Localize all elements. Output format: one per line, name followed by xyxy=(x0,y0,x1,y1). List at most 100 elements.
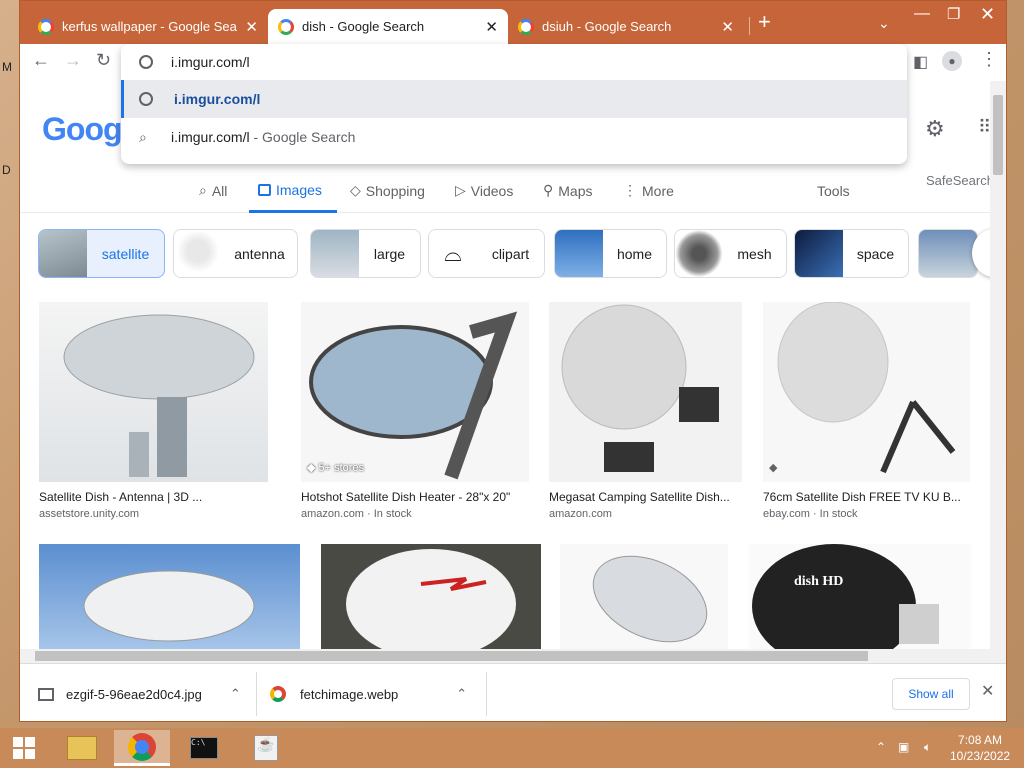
close-downloads-icon[interactable]: ✕ xyxy=(981,681,994,701)
menu-kebab-icon[interactable]: ⋮ xyxy=(980,49,998,70)
globe-icon xyxy=(139,92,153,106)
chip-clipart[interactable]: ⌓ clipart xyxy=(428,229,545,278)
tab-more[interactable]: ⋮ More xyxy=(623,182,674,199)
close-window-icon[interactable]: ✕ xyxy=(980,4,995,25)
download-separator xyxy=(486,672,487,716)
clock-date: 10/23/2022 xyxy=(950,749,1011,763)
result-source: amazon.com xyxy=(549,508,612,520)
chip-mesh[interactable]: mesh xyxy=(674,229,787,278)
chip-large[interactable]: large xyxy=(310,229,421,278)
show-all-button[interactable]: Show all xyxy=(892,678,970,710)
image-result[interactable]: Megasat Camping Satellite Dish... amazon… xyxy=(549,302,742,520)
file-explorer-icon[interactable] xyxy=(54,730,110,766)
apps-grid-icon[interactable]: ⠿ xyxy=(978,117,990,138)
google-logo[interactable]: Goog xyxy=(42,111,123,148)
result-image[interactable]: ◆ xyxy=(763,302,970,482)
result-image[interactable] xyxy=(549,302,742,482)
image-result[interactable]: ◆ 76cm Satellite Dish FREE TV KU B... eb… xyxy=(763,302,970,520)
chrome-taskbar-icon[interactable] xyxy=(114,730,170,766)
tab-all[interactable]: ⌕ All xyxy=(199,182,227,199)
satellite-dish-image xyxy=(63,314,255,477)
network-icon[interactable]: ▣ xyxy=(898,740,909,754)
terminal-shape: C:\ xyxy=(190,737,218,759)
image-result[interactable]: dish HD xyxy=(749,544,971,649)
tools-button[interactable]: Tools xyxy=(817,183,850,199)
logo-text: Goog xyxy=(42,111,123,147)
windows-start-icon[interactable] xyxy=(0,730,48,766)
tab-maps[interactable]: ⚲ Maps xyxy=(543,182,593,199)
image-file-icon xyxy=(38,687,54,701)
tab-dsiuh[interactable]: dsiuh - Google Search ✕ xyxy=(508,9,744,44)
image-result[interactable] xyxy=(560,544,728,649)
address-bar[interactable]: i.imgur.com/l xyxy=(121,44,907,80)
close-tab-icon[interactable]: ✕ xyxy=(721,18,734,36)
chevron-up-icon[interactable]: ⌃ xyxy=(456,686,467,702)
chip-antenna[interactable]: antenna xyxy=(173,229,298,278)
tab-kerfus[interactable]: kerfus wallpaper - Google Search ✕ xyxy=(28,9,268,44)
horizontal-scroll-thumb[interactable] xyxy=(35,651,868,661)
image-icon xyxy=(258,184,271,196)
folder-shape xyxy=(67,736,97,760)
result-image[interactable]: ◆ 5+ stores xyxy=(301,302,529,482)
satellite-dish-image xyxy=(309,311,518,480)
image-result[interactable] xyxy=(321,544,541,649)
chip-partial[interactable] xyxy=(918,229,978,278)
tab-search-chevron-icon[interactable]: ⌄ xyxy=(878,15,890,32)
image-result[interactable]: Satellite Dish - Antenna | 3D ... assets… xyxy=(39,302,268,520)
system-clock[interactable]: 7:08 AM 10/23/2022 xyxy=(950,732,1010,764)
google-favicon-icon xyxy=(278,18,294,35)
download-item[interactable]: ezgif-5-96eae2d0c4.jpg ⌃ xyxy=(38,676,241,712)
side-panel-icon[interactable]: ◧ xyxy=(913,52,928,72)
maximize-icon[interactable]: ❐ xyxy=(947,5,960,23)
tab-images[interactable]: Images xyxy=(258,182,322,198)
nav-label: Maps xyxy=(558,182,593,199)
tag-icon: ◆ xyxy=(769,462,778,474)
tab-strip: kerfus wallpaper - Google Search ✕ dish … xyxy=(20,1,1006,44)
minimize-icon[interactable]: — xyxy=(914,5,930,23)
chip-label: large xyxy=(373,245,406,262)
result-image[interactable] xyxy=(39,302,268,482)
stores-badge: ◆ 5+ stores xyxy=(307,461,364,474)
image-result[interactable] xyxy=(39,544,300,649)
vertical-scroll-thumb[interactable] xyxy=(993,95,1003,175)
terminal-icon[interactable]: C:\ xyxy=(176,730,232,766)
back-arrow-icon[interactable]: ← xyxy=(32,50,50,71)
java-icon[interactable]: ☕ xyxy=(238,730,294,766)
horizontal-scrollbar[interactable] xyxy=(20,649,1006,663)
close-tab-icon[interactable]: ✕ xyxy=(485,18,498,36)
settings-gear-icon[interactable]: ⚙ xyxy=(925,116,945,142)
new-tab-icon[interactable]: + xyxy=(758,11,771,33)
tab-shopping[interactable]: ◇ Shopping xyxy=(350,182,425,199)
reload-icon[interactable]: ↻ xyxy=(96,50,111,71)
suggestion-url[interactable]: i.imgur.com/l xyxy=(121,80,907,118)
tab-videos[interactable]: ▷ Videos xyxy=(455,182,513,199)
chip-space[interactable]: space xyxy=(794,229,909,278)
chip-home[interactable]: home xyxy=(554,229,667,278)
suggestion-search-suffix: - Google Search xyxy=(249,129,356,145)
result-source: assetstore.unity.com xyxy=(39,508,140,520)
result-source: amazon.com · In stock xyxy=(301,508,412,520)
tray-chevron-up-icon[interactable]: ⌃ xyxy=(876,740,886,754)
address-input-text[interactable]: i.imgur.com/l xyxy=(171,54,250,70)
tab-title: kerfus wallpaper - Google Search xyxy=(62,19,238,34)
result-caption[interactable]: 76cm Satellite Dish FREE TV KU B... xyxy=(763,490,970,504)
profile-avatar-icon[interactable]: ● xyxy=(942,51,962,71)
result-caption[interactable]: Satellite Dish - Antenna | 3D ... xyxy=(39,490,268,504)
image-result[interactable]: ◆ 5+ stores Hotshot Satellite Dish Heate… xyxy=(301,302,529,520)
nav-label: Shopping xyxy=(365,182,425,199)
close-tab-icon[interactable]: ✕ xyxy=(245,18,258,36)
suggestion-search[interactable]: ⌕ i.imgur.com/l - Google Search xyxy=(121,118,907,156)
satellite-dish-image xyxy=(346,549,516,649)
result-caption[interactable]: Megasat Camping Satellite Dish... xyxy=(549,490,742,504)
result-caption[interactable]: Hotshot Satellite Dish Heater - 28"x 20" xyxy=(301,490,529,504)
volume-icon[interactable]: 🔈︎ xyxy=(924,740,931,755)
forward-arrow-icon[interactable]: → xyxy=(64,50,82,71)
satellite-dish-image xyxy=(83,570,255,642)
chip-satellite[interactable]: satellite xyxy=(38,229,165,278)
tab-dish[interactable]: dish - Google Search ✕ xyxy=(268,9,508,44)
download-item[interactable]: fetchimage.webp ⌃ xyxy=(270,676,467,712)
chevron-up-icon[interactable]: ⌃ xyxy=(230,686,241,702)
map-pin-icon: ⚲ xyxy=(543,182,554,198)
vertical-scrollbar[interactable] xyxy=(990,81,1006,649)
tag-icon: ◇ xyxy=(350,182,361,198)
